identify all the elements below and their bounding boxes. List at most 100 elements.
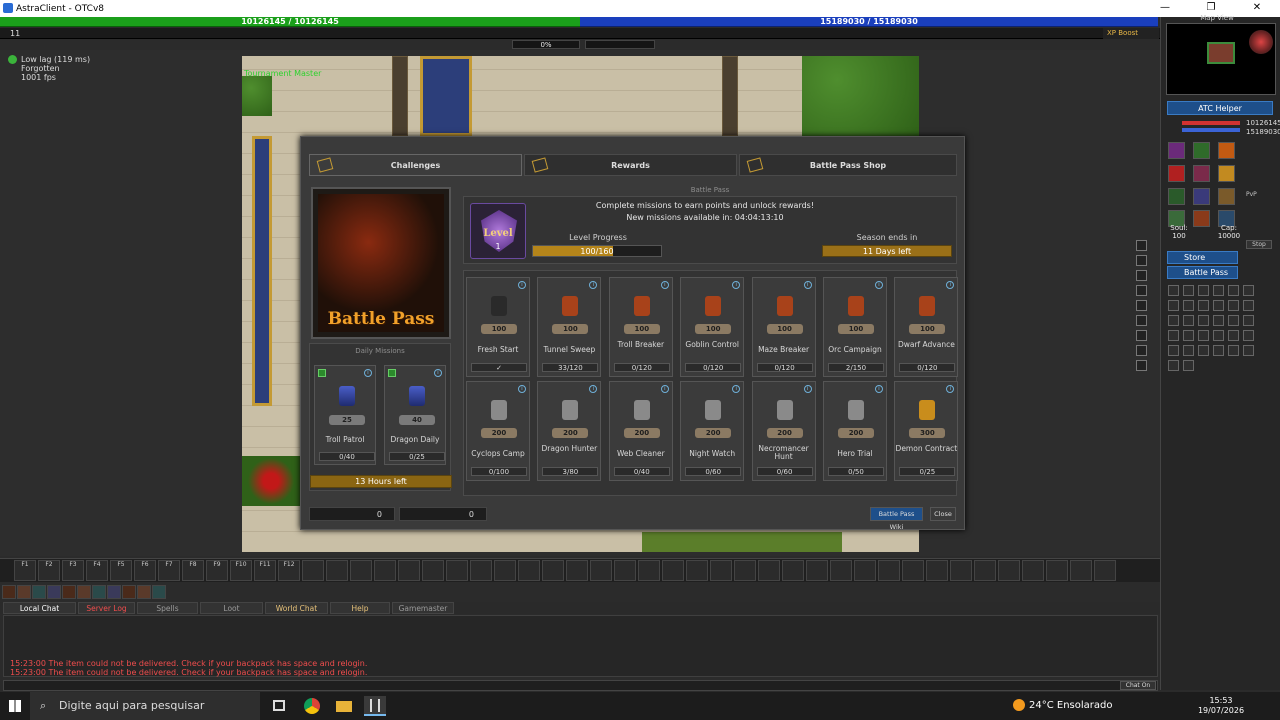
hotkey-slot[interactable]: F8 [182, 560, 204, 581]
info-icon[interactable]: i [732, 385, 741, 393]
hotkey-slot[interactable] [830, 560, 852, 581]
shortcut-icon[interactable] [1183, 345, 1194, 356]
hotkey-slot[interactable] [302, 560, 324, 581]
hotkey-slot[interactable] [494, 560, 516, 581]
tool-icon[interactable] [1136, 300, 1147, 311]
container-icon[interactable] [77, 585, 91, 599]
shortcut-icon[interactable] [1168, 285, 1179, 296]
tab-rewards[interactable]: Rewards [524, 154, 737, 176]
chat-tab[interactable]: Local Chat [3, 602, 76, 614]
shortcut-icon[interactable] [1168, 360, 1179, 371]
mission-card[interactable]: i 100 Troll Breaker 0/120 [608, 277, 673, 377]
chat-tab[interactable]: World Chat [265, 602, 328, 614]
shortcut-icon[interactable] [1168, 315, 1179, 326]
sidebar-battle-pass-button[interactable]: Battle Pass [1167, 266, 1238, 279]
equipment-slot[interactable] [1218, 188, 1235, 205]
hotkey-slot[interactable] [638, 560, 660, 581]
hotkey-slot[interactable]: F5 [110, 560, 132, 581]
shortcut-icon[interactable] [1198, 300, 1209, 311]
taskbar-search[interactable]: ⌕ Digite aqui para pesquisar [30, 692, 260, 720]
battle-pass-wiki-button[interactable]: Battle Pass Wiki [870, 507, 923, 531]
shortcut-icon[interactable] [1228, 330, 1239, 341]
chat-on-button[interactable]: Chat On [1120, 681, 1156, 690]
info-icon[interactable]: i [946, 385, 955, 393]
mission-card[interactable]: i 100 Maze Breaker 0/120 [751, 277, 816, 377]
hotkey-slot[interactable] [542, 560, 564, 581]
shortcut-icon[interactable] [1198, 330, 1209, 341]
hotkey-slot[interactable]: F2 [38, 560, 60, 581]
chat-tab[interactable]: Gamemaster [392, 602, 454, 614]
info-icon[interactable]: i [589, 385, 598, 393]
info-icon[interactable]: i [803, 281, 812, 289]
hotkey-slot[interactable] [974, 560, 996, 581]
atc-helper-button[interactable]: ATC Helper [1167, 101, 1273, 115]
store-button[interactable]: Store [1167, 251, 1238, 264]
info-icon[interactable]: i [875, 281, 883, 289]
shortcut-icon[interactable] [1198, 345, 1209, 356]
hotkey-slot[interactable] [470, 560, 492, 581]
info-icon[interactable]: i [660, 385, 669, 393]
equipment-slot[interactable] [1168, 188, 1185, 205]
shortcut-icon[interactable] [1213, 345, 1224, 356]
hotkey-slot[interactable] [902, 560, 924, 581]
info-icon[interactable]: i [434, 369, 442, 377]
shortcut-icon[interactable] [1228, 345, 1239, 356]
weather-widget[interactable]: 24°C Ensolarado [1013, 692, 1112, 720]
chrome-icon[interactable] [301, 696, 323, 716]
tab-battle-pass-shop[interactable]: Battle Pass Shop [739, 154, 957, 176]
shortcut-icon[interactable] [1243, 285, 1254, 296]
hotkey-slot[interactable] [590, 560, 612, 581]
mission-card[interactable]: i 200 Cyclops Camp 0/100 [466, 381, 530, 481]
hotkey-slot[interactable] [782, 560, 804, 581]
mission-card[interactable]: i 100 Fresh Start ✓ [466, 277, 530, 377]
info-icon[interactable]: i [946, 281, 955, 289]
shortcut-icon[interactable] [1168, 330, 1179, 341]
equipment-slot[interactable] [1193, 188, 1210, 205]
task-view-icon[interactable] [268, 696, 290, 716]
mission-card[interactable]: i 100 Goblin Control 0/120 [680, 277, 745, 377]
info-icon[interactable]: i [803, 385, 812, 393]
hotkey-slot[interactable]: F4 [86, 560, 108, 581]
mission-card[interactable]: i 100 Orc Campaign 2/150 [823, 277, 887, 377]
shortcut-icon[interactable] [1228, 300, 1239, 311]
close-button[interactable]: Close [930, 507, 956, 521]
shortcut-icon[interactable] [1183, 300, 1194, 311]
hotkey-slot[interactable]: F11 [254, 560, 276, 581]
chat-tab[interactable]: Loot [200, 602, 263, 614]
container-icon[interactable] [152, 585, 166, 599]
mission-card[interactable]: i 100 Dwarf Advance 0/120 [894, 277, 959, 377]
info-icon[interactable]: i [732, 281, 741, 289]
container-icon[interactable] [17, 585, 31, 599]
hotkey-slot[interactable] [446, 560, 468, 581]
stop-button[interactable]: Stop [1246, 240, 1272, 249]
hotkey-slot[interactable] [1094, 560, 1116, 581]
hotkey-slot[interactable]: F10 [230, 560, 252, 581]
mission-card[interactable]: i 200 Dragon Hunter 3/80 [537, 381, 602, 481]
shortcut-icon[interactable] [1183, 360, 1194, 371]
hotkey-slot[interactable] [734, 560, 756, 581]
hotkey-slot[interactable] [1022, 560, 1044, 581]
info-icon[interactable]: i [518, 385, 526, 393]
hotkey-slot[interactable] [662, 560, 684, 581]
tool-icon[interactable] [1136, 345, 1147, 356]
container-icon[interactable] [62, 585, 76, 599]
shortcut-icon[interactable] [1213, 330, 1224, 341]
tool-icon[interactable] [1136, 315, 1147, 326]
shortcut-icon[interactable] [1168, 345, 1179, 356]
shortcut-icon[interactable] [1183, 315, 1194, 326]
container-icon[interactable] [137, 585, 151, 599]
equipment-slot[interactable] [1168, 165, 1185, 182]
tool-icon[interactable] [1136, 360, 1147, 371]
shortcut-icon[interactable] [1213, 315, 1224, 326]
mission-card[interactable]: i 200 Web Cleaner 0/40 [608, 381, 673, 481]
info-icon[interactable]: i [364, 369, 372, 377]
tool-icon[interactable] [1136, 330, 1147, 341]
shortcut-icon[interactable] [1213, 300, 1224, 311]
equipment-slot[interactable] [1218, 142, 1235, 159]
chat-input[interactable] [3, 680, 1158, 691]
hotkey-slot[interactable] [758, 560, 780, 581]
shortcut-icon[interactable] [1183, 285, 1194, 296]
tool-icon[interactable] [1136, 285, 1147, 296]
shortcut-icon[interactable] [1228, 285, 1239, 296]
hotkey-slot[interactable]: F1 [14, 560, 36, 581]
